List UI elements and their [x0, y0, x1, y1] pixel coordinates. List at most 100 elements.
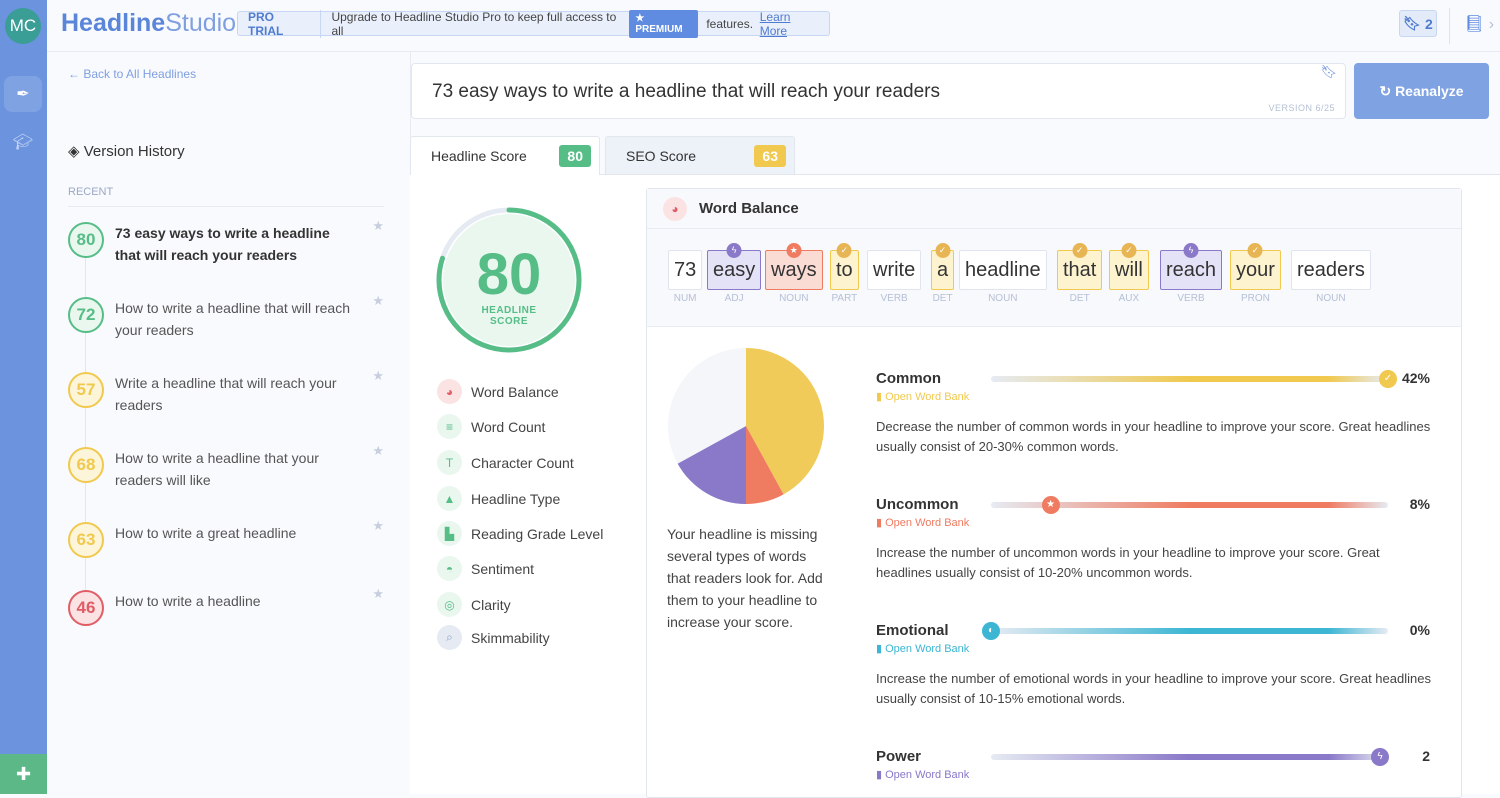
- metric-item[interactable]: ◎ Clarity: [437, 592, 511, 617]
- history-item[interactable]: 46 How to write a headline ★: [68, 586, 388, 626]
- reanalyze-button[interactable]: ↻ Reanalyze: [1354, 63, 1489, 119]
- pie-summary: Your headline is missing several types o…: [667, 526, 823, 630]
- headline-type-icon: ▲: [437, 486, 462, 511]
- category-description: Increase the number of uncommon words in…: [876, 545, 1380, 580]
- bookmark-icon[interactable]: 🔖︎: [1320, 64, 1337, 80]
- category-bar: ◐: [982, 622, 1388, 640]
- level-marker-icon: ✓: [1379, 370, 1397, 388]
- word-token[interactable]: that ✓ DET: [1057, 243, 1103, 304]
- word-balance-pie: [668, 348, 824, 504]
- history-text: How to write a headline that will reach …: [115, 300, 351, 338]
- word-token[interactable]: ways ★ NOUN: [765, 243, 823, 304]
- graduation-cap-icon[interactable]: 🎓︎: [4, 124, 42, 160]
- word-token[interactable]: headline NOUN: [959, 250, 1047, 304]
- logo[interactable]: HeadlineStudio: [61, 9, 236, 38]
- metric-item[interactable]: ⌕ Skimmability: [437, 625, 550, 650]
- book-icon[interactable]: 📘︎ ›: [1464, 14, 1494, 34]
- part-of-speech: DET: [1069, 293, 1090, 304]
- metric-label: Headline Type: [471, 490, 561, 507]
- score-circle: 63: [68, 522, 104, 558]
- score-circle: 80: [68, 222, 104, 258]
- star-icon[interactable]: ★: [372, 218, 384, 234]
- part-of-speech: NOUN: [779, 293, 809, 304]
- metric-item[interactable]: ≡ Word Count: [437, 414, 545, 439]
- open-word-bank-link[interactable]: ▮ Open Word Bank: [876, 768, 1436, 781]
- category-description: Decrease the number of common words in y…: [876, 419, 1431, 454]
- uncommon-badge-icon: ★: [786, 243, 802, 258]
- gauge-label: 80 HEADLINE SCORE: [476, 242, 542, 328]
- star-icon[interactable]: ★: [372, 586, 384, 602]
- category-emotional: Emotional ◐ 0% ▮ Open Word Bank Increase…: [876, 622, 1436, 709]
- common-badge-icon: ✓: [1247, 243, 1263, 258]
- tab-seo-score[interactable]: SEO Score 63: [605, 136, 795, 174]
- word-token[interactable]: to ✓ PART: [830, 243, 859, 304]
- history-text: 73 easy ways to write a headline that wi…: [115, 225, 330, 263]
- metric-label: Sentiment: [471, 560, 535, 577]
- score-circle: 72: [68, 297, 104, 333]
- word-count-icon: ≡: [437, 414, 462, 439]
- word-token[interactable]: easy ϟ ADJ: [707, 243, 762, 304]
- back-link[interactable]: ← Back to All Headlines: [68, 67, 196, 81]
- word-token[interactable]: reach ϟ VERB: [1160, 243, 1223, 304]
- card-title: Word Balance: [699, 200, 799, 217]
- feather-icon[interactable]: ✒: [4, 76, 42, 112]
- puzzle-icon[interactable]: ✚: [0, 754, 47, 794]
- history-item[interactable]: 72 How to write a headline that will rea…: [68, 293, 388, 341]
- word-token[interactable]: write VERB: [867, 250, 922, 304]
- open-word-bank-link[interactable]: ▮ Open Word Bank: [876, 642, 1436, 655]
- open-word-bank-link[interactable]: ▮ Open Word Bank: [876, 390, 1436, 403]
- metric-item[interactable]: ◓ Sentiment: [437, 556, 534, 581]
- avatar[interactable]: MC: [5, 8, 41, 44]
- metric-item[interactable]: ◕ Word Balance: [437, 379, 559, 404]
- saved-headlines-button[interactable]: 🔖︎ 2: [1399, 10, 1437, 37]
- tab-headline-score[interactable]: Headline Score 80: [410, 136, 600, 175]
- part-of-speech: DET: [932, 293, 953, 304]
- metric-item[interactable]: T Character Count: [437, 450, 574, 475]
- divider: [1449, 8, 1450, 44]
- metric-label: Word Count: [471, 418, 546, 435]
- premium-badge: ★ PREMIUM: [629, 9, 699, 38]
- history-text: How to write a headline: [115, 593, 261, 609]
- metric-item[interactable]: ▙ Reading Grade Level: [437, 521, 603, 546]
- learn-more-link[interactable]: Learn More: [760, 10, 819, 38]
- history-item[interactable]: 57 Write a headline that will reach your…: [68, 368, 388, 416]
- word-token[interactable]: a ✓ DET: [931, 243, 955, 304]
- star-icon[interactable]: ★: [372, 518, 384, 534]
- headline-input[interactable]: 73 easy ways to write a headline that wi…: [411, 63, 1346, 119]
- star-icon[interactable]: ★: [372, 293, 384, 309]
- part-of-speech: NOUN: [988, 293, 1018, 304]
- history-item[interactable]: 68 How to write a headline that your rea…: [68, 443, 388, 491]
- score-circle: 57: [68, 372, 104, 408]
- part-of-speech: VERB: [880, 293, 908, 304]
- common-badge-icon: ✓: [1072, 243, 1088, 258]
- history-text: Write a headline that will reach your re…: [115, 375, 337, 413]
- part-of-speech: PRON: [1241, 293, 1270, 304]
- star-icon[interactable]: ★: [372, 368, 384, 384]
- metric-label: Reading Grade Level: [471, 525, 604, 542]
- word-token[interactable]: will ✓ AUX: [1109, 243, 1149, 304]
- app-rail: MC ✒ 🎓︎ ✚: [0, 0, 47, 794]
- pro-trial-badge: PRO TRIAL: [248, 9, 322, 38]
- skimmability-icon: ⌕: [437, 625, 462, 650]
- word-token[interactable]: 73 NUM: [668, 250, 703, 304]
- metric-item[interactable]: ▲ Headline Type: [437, 486, 560, 511]
- category-value: 42%: [1401, 370, 1430, 386]
- category-bar: ★: [991, 496, 1388, 514]
- word-token[interactable]: readers NOUN: [1291, 250, 1371, 304]
- sentiment-icon: ◓: [437, 556, 462, 581]
- metric-label: Skimmability: [471, 629, 550, 646]
- metric-label: Word Balance: [471, 383, 559, 400]
- star-icon[interactable]: ★: [372, 443, 384, 459]
- pie-chart-icon: ◕: [663, 196, 687, 221]
- level-marker-icon: ◐: [982, 622, 1000, 640]
- divider: [68, 206, 384, 207]
- open-word-bank-link[interactable]: ▮ Open Word Bank: [876, 516, 1436, 529]
- metric-label: Clarity: [471, 596, 511, 613]
- history-item[interactable]: 80 73 easy ways to write a headline that…: [68, 218, 388, 266]
- history-item[interactable]: 63 How to write a great headline ★: [68, 518, 388, 558]
- power-badge-icon: ϟ: [1183, 243, 1199, 258]
- promo-text: Upgrade to Headline Studio Pro to keep f…: [331, 9, 617, 38]
- category-power: Power ϟ 2 ▮ Open Word Bank: [876, 748, 1436, 795]
- word-token[interactable]: your ✓ PRON: [1230, 243, 1281, 304]
- part-of-speech: AUX: [1118, 293, 1140, 304]
